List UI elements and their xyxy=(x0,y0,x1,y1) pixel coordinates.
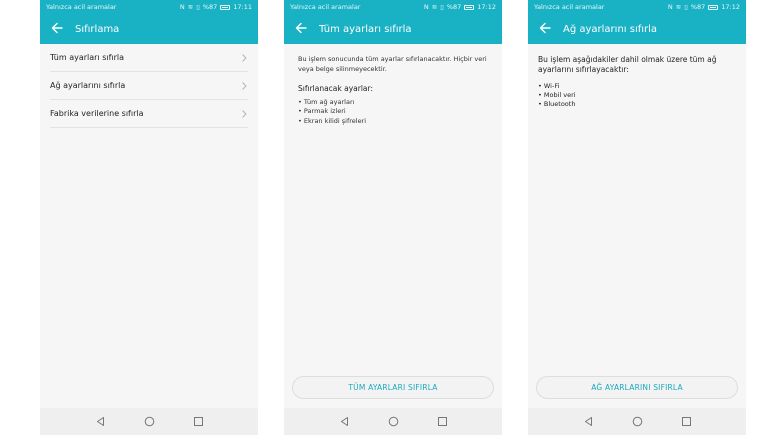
description-text: Bu işlem aşağıdakiler dahil olmak üzere … xyxy=(538,55,717,74)
arrow-left-icon[interactable] xyxy=(538,21,554,37)
square-recent-icon[interactable] xyxy=(437,416,448,427)
status-icons: N ≋ ▯ %87 17:12 xyxy=(424,0,496,14)
menu-item-reset-all-settings[interactable]: Tüm ayarları sıfırla xyxy=(50,44,248,72)
app-bar: Ağ ayarlarını sıfırla xyxy=(528,14,746,44)
status-bar: Yalnızca acil aramalar N ≋ ▯ %87 17:12 xyxy=(528,0,746,14)
network-list: • Wi-Fi • Mobil veri • Bluetooth xyxy=(538,82,736,109)
page-title: Tüm ayarları sıfırla xyxy=(319,23,412,35)
page-title: Sıfırlama xyxy=(75,23,120,35)
circle-home-icon[interactable] xyxy=(632,416,643,427)
chevron-right-icon xyxy=(240,53,248,63)
nfc-icon: N xyxy=(179,3,185,11)
list-item: • Ekran kilidi şifreleri xyxy=(298,116,367,125)
navigation-bar xyxy=(284,408,502,435)
sim-icon: ▯ xyxy=(196,3,200,11)
status-bar: Yalnızca acil aramalar N ≋ ▯ %87 17:11 xyxy=(40,0,258,14)
triangle-back-icon[interactable] xyxy=(583,416,594,427)
header: Yalnızca acil aramalar N ≋ ▯ %87 17:12 T… xyxy=(284,0,502,44)
reset-network-settings-button[interactable]: AĞ AYARLARINI SIFIRLA xyxy=(536,376,738,399)
chevron-right-icon xyxy=(240,81,248,91)
wifi-icon: ≋ xyxy=(675,3,682,11)
status-bar: Yalnızca acil aramalar N ≋ ▯ %87 17:12 xyxy=(284,0,502,14)
arrow-left-icon[interactable] xyxy=(294,21,310,37)
triangle-back-icon[interactable] xyxy=(95,416,106,427)
battery-icon xyxy=(220,4,231,10)
battery-icon xyxy=(464,4,475,10)
phone-screen-reset-network-settings: Yalnızca acil aramalar N ≋ ▯ %87 17:12 A… xyxy=(528,0,746,435)
nfc-icon: N xyxy=(423,3,429,11)
app-bar: Tüm ayarları sıfırla xyxy=(284,14,502,44)
clock: 17:12 xyxy=(721,3,740,11)
menu-item-reset-network-settings[interactable]: Ağ ayarlarını sıfırla xyxy=(50,72,248,100)
carrier-text: Yalnızca acil aramalar xyxy=(290,3,361,11)
square-recent-icon[interactable] xyxy=(193,416,204,427)
phone-screen-reset-all-settings: Yalnızca acil aramalar N ≋ ▯ %87 17:12 T… xyxy=(284,0,502,435)
description-text: Bu işlem sonucunda tüm ayarlar sıfırlana… xyxy=(298,55,487,73)
list-item: • Wi-Fi xyxy=(538,82,560,90)
circle-home-icon[interactable] xyxy=(388,416,399,427)
battery-percent: %87 xyxy=(690,3,706,11)
header: Yalnızca acil aramalar N ≋ ▯ %87 17:12 A… xyxy=(528,0,746,44)
list-item: • Tüm ağ ayarları xyxy=(298,97,355,106)
navigation-bar xyxy=(528,408,746,435)
status-icons: N ≋ ▯ %87 17:12 xyxy=(668,0,740,14)
battery-icon xyxy=(708,4,719,10)
square-recent-icon[interactable] xyxy=(681,416,692,427)
clock: 17:11 xyxy=(233,3,252,11)
chevron-right-icon xyxy=(240,109,248,119)
carrier-text: Yalnızca acil aramalar xyxy=(534,3,605,11)
phone-screen-reset-menu: Yalnızca acil aramalar N ≋ ▯ %87 17:11 S… xyxy=(40,0,258,435)
wifi-icon: ≋ xyxy=(431,3,438,11)
triangle-back-icon[interactable] xyxy=(339,416,350,427)
reset-info: Bu işlem aşağıdakiler dahil olmak üzere … xyxy=(528,44,746,109)
navigation-bar xyxy=(40,408,258,435)
settings-list: • Tüm ağ ayarları • Parmak izleri • Ekra… xyxy=(298,98,492,127)
reset-all-settings-button[interactable]: TÜM AYARLARI SIFIRLA xyxy=(292,376,494,399)
reset-info: Bu işlem sonucunda tüm ayarlar sıfırlana… xyxy=(284,44,502,126)
section-title: Sıfırlanacak ayarlar: xyxy=(298,84,373,93)
sim-icon: ▯ xyxy=(440,3,444,11)
header: Yalnızca acil aramalar N ≋ ▯ %87 17:11 S… xyxy=(40,0,258,44)
menu-item-label: Ağ ayarlarını sıfırla xyxy=(50,81,126,90)
wifi-icon: ≋ xyxy=(187,3,194,11)
arrow-left-icon[interactable] xyxy=(50,21,66,37)
menu-item-label: Fabrika verilerine sıfırla xyxy=(50,109,144,118)
app-bar: Sıfırlama xyxy=(40,14,258,44)
nfc-icon: N xyxy=(667,3,673,11)
list-item: • Bluetooth xyxy=(538,100,576,108)
status-icons: N ≋ ▯ %87 17:11 xyxy=(180,0,252,14)
list-item: • Parmak izleri xyxy=(298,107,346,115)
reset-options-list: Tüm ayarları sıfırla Ağ ayarlarını sıfır… xyxy=(40,44,258,128)
menu-item-factory-reset[interactable]: Fabrika verilerine sıfırla xyxy=(50,100,248,128)
menu-item-label: Tüm ayarları sıfırla xyxy=(50,53,125,62)
battery-percent: %87 xyxy=(446,3,462,11)
page-title: Ağ ayarlarını sıfırla xyxy=(563,23,658,35)
battery-percent: %87 xyxy=(202,3,218,11)
list-item: • Mobil veri xyxy=(538,91,576,99)
clock: 17:12 xyxy=(477,3,496,11)
carrier-text: Yalnızca acil aramalar xyxy=(46,3,117,11)
circle-home-icon[interactable] xyxy=(144,416,155,427)
sim-icon: ▯ xyxy=(684,3,688,11)
